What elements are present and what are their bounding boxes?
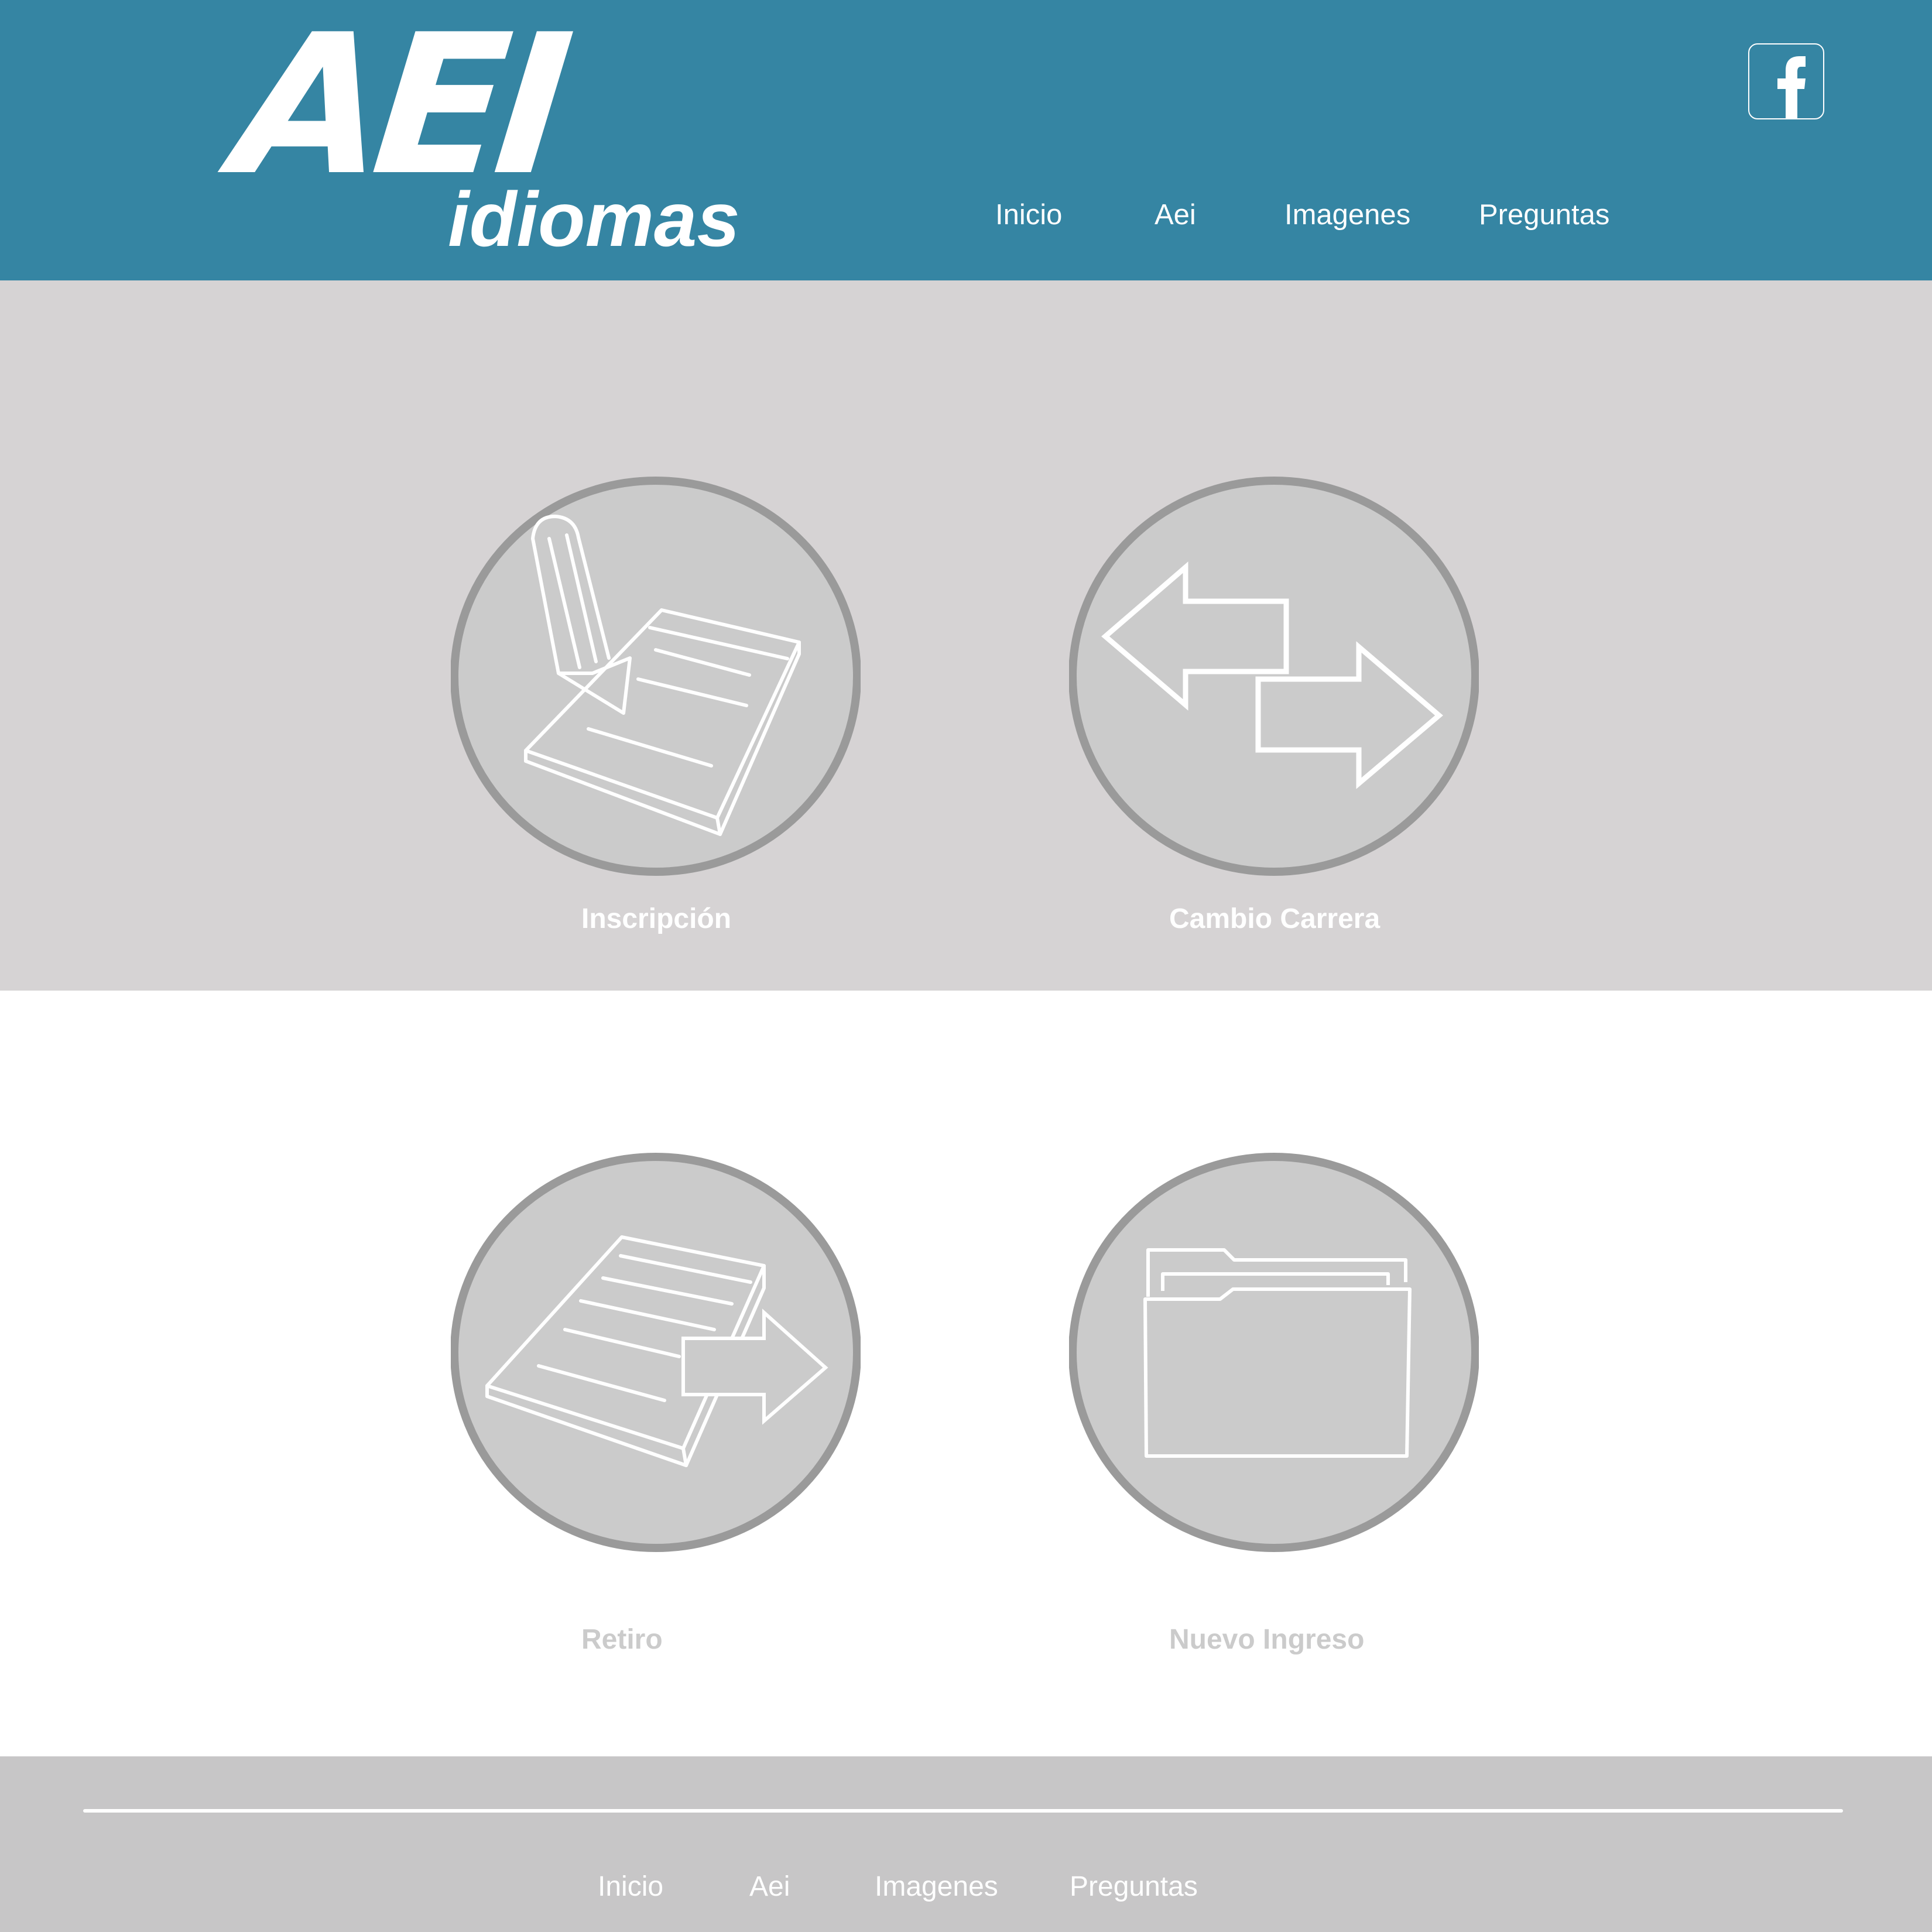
logo-aei-mark[interactable]: AEI — [225, 0, 571, 218]
nav-inicio[interactable]: Inicio — [995, 194, 1062, 235]
footer-divider — [83, 1809, 1843, 1813]
option-retiro[interactable] — [451, 1150, 861, 1554]
facebook-icon — [1777, 56, 1806, 119]
option-nuevo-ingreso[interactable] — [1069, 1150, 1479, 1554]
option-inscripcion-label[interactable]: Inscripción — [581, 900, 731, 938]
option-inscripcion[interactable] — [451, 474, 861, 878]
facebook-button[interactable] — [1748, 43, 1824, 119]
notepad-arrow-icon — [451, 1153, 861, 1552]
swap-arrows-icon — [1069, 477, 1479, 876]
options-band-top — [0, 280, 1932, 991]
nav-preguntas[interactable]: Preguntas — [1479, 194, 1609, 235]
options-band-bottom — [0, 991, 1932, 1756]
option-nuevo-ingreso-label[interactable]: Nuevo Ingreso — [1169, 1621, 1364, 1659]
logo-wordmark[interactable]: idiomas — [448, 176, 752, 263]
folder-icon — [1069, 1153, 1479, 1552]
option-cambio-carrera-label[interactable]: Cambio Carrera — [1169, 900, 1380, 938]
option-cambio-carrera[interactable] — [1069, 474, 1479, 878]
footer-nav-imagenes[interactable]: Imagenes — [875, 1868, 998, 1906]
footer-nav-inicio[interactable]: Inicio — [598, 1868, 663, 1906]
footer-nav-preguntas[interactable]: Preguntas — [1070, 1868, 1198, 1906]
option-retiro-label[interactable]: Retiro — [581, 1621, 663, 1659]
notepad-pencil-icon — [451, 477, 861, 876]
footer-nav-aei[interactable]: Aei — [749, 1868, 790, 1906]
nav-aei[interactable]: Aei — [1155, 194, 1196, 235]
nav-imagenes[interactable]: Imagenes — [1284, 194, 1410, 235]
